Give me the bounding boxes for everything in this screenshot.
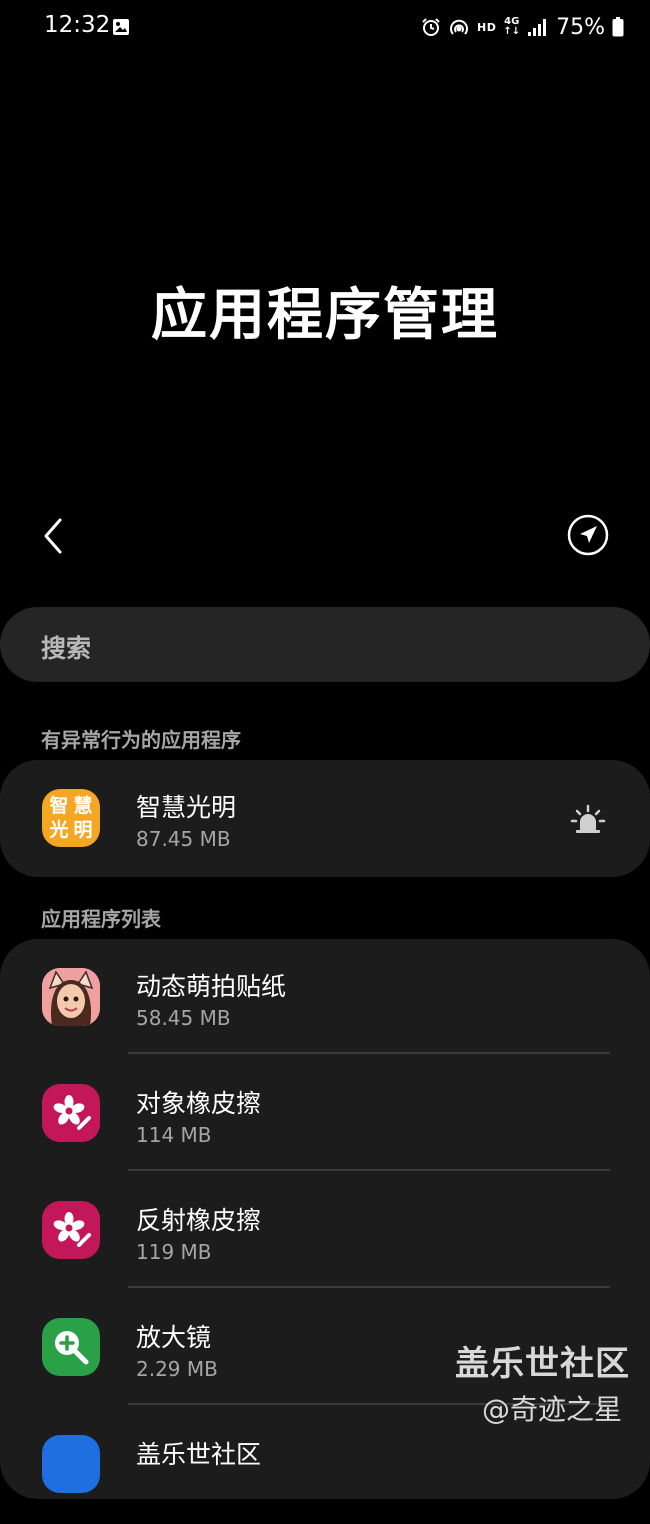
list-item[interactable]: 动态萌拍贴纸 58.45 MB [0,939,650,1056]
divider [128,1169,610,1171]
magnifier-icon [42,1318,100,1376]
watermark-title: 盖乐世社区 [455,1344,630,1384]
chevron-left-icon [44,518,62,554]
battery-percent: 75% [556,14,605,40]
battery-icon [612,17,624,37]
ar-emoji-avatar-icon [42,968,100,1026]
network-type-icon: 4G ↑↓ [503,17,520,37]
divider [128,1286,610,1288]
app-size: 2.29 MB [136,1357,218,1381]
icon-char: 明 [73,819,93,841]
alarm-siren-icon[interactable] [570,802,606,838]
list-item[interactable]: 智 慧 光 明 智慧光明 87.45 MB [0,760,650,877]
back-button[interactable] [34,512,74,560]
status-bar: 12:32 HD 4G ↑↓ 75% [0,0,650,56]
network-activity-label: ↑↓ [503,26,521,37]
app-name: 智慧光明 [136,793,237,822]
hotspot-icon [448,17,470,37]
app-size: 58.45 MB [136,1006,231,1030]
icon-char: 光 [49,819,69,841]
alarm-icon [421,17,441,37]
app-size: 87.45 MB [136,827,231,851]
status-icons: HD 4G ↑↓ 75% [421,12,624,42]
app-list-section-label: 应用程序列表 [41,907,161,931]
abnormal-apps-card: 智 慧 光 明 智慧光明 87.45 MB [0,760,650,877]
search-input[interactable]: 搜索 [0,607,650,682]
abnormal-section-label: 有异常行为的应用程序 [41,728,241,752]
app-name: 反射橡皮擦 [136,1206,262,1235]
gallery-icon [113,19,129,35]
search-placeholder: 搜索 [41,634,92,663]
smart-guangming-app-icon: 智 慧 光 明 [42,789,100,847]
app-name: 动态萌拍贴纸 [136,972,287,1001]
app-name: 放大镜 [136,1323,212,1352]
app-size: 114 MB [136,1123,212,1147]
hd-indicator: HD [476,20,497,34]
icon-char: 慧 [73,795,93,817]
app-size: 119 MB [136,1240,212,1264]
reflection-eraser-icon [42,1201,100,1259]
navigation-arrow-icon [567,514,609,556]
navigate-button[interactable] [566,513,610,557]
page-title: 应用程序管理 [151,283,499,348]
app-name: 对象橡皮擦 [136,1089,262,1118]
divider [128,1052,610,1054]
list-item[interactable]: 对象橡皮擦 114 MB [0,1056,650,1173]
app-name: 盖乐世社区 [136,1440,262,1469]
icon-char: 智 [49,795,69,817]
signal-icon [527,17,547,37]
object-eraser-icon [42,1084,100,1142]
list-item[interactable]: 反射橡皮擦 119 MB [0,1173,650,1290]
watermark-handle: @奇迹之星 [482,1393,623,1426]
status-time: 12:32 [44,12,111,38]
